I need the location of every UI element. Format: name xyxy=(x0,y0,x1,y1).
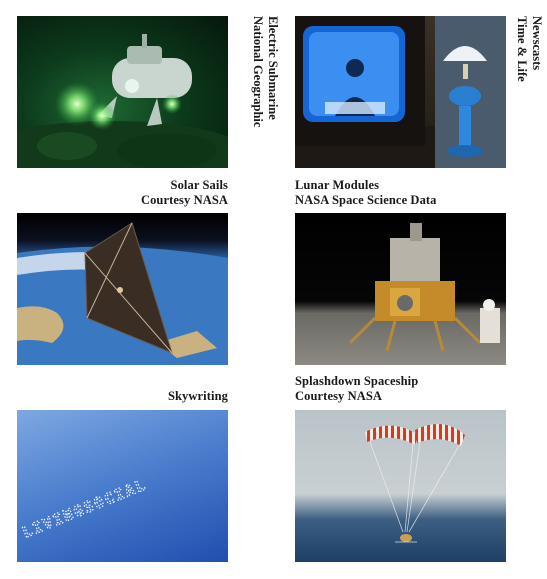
solar-sail-credit: Courtesy NASA xyxy=(140,193,228,207)
skywriting-photo: LIVINGSOCIAL xyxy=(17,410,228,562)
splashdown-title: Splashdown Spaceship xyxy=(295,374,419,388)
submarine-caption: Electric Submarine National Geographic xyxy=(250,16,280,127)
splashdown-photo xyxy=(295,410,506,562)
lunar-module-caption: Lunar Modules NASA Space Science Data xyxy=(295,178,437,208)
splashdown-caption: Splashdown Spaceship Courtesy NASA xyxy=(295,374,418,404)
skywriting-caption: Skywriting xyxy=(168,389,228,404)
lunar-module-photo xyxy=(295,213,506,365)
solar-sail-title: Solar Sails xyxy=(170,178,228,192)
newscast-title: Newscasts xyxy=(530,16,544,71)
newscast-photo xyxy=(295,16,506,168)
splashdown-credit: Courtesy NASA xyxy=(295,389,383,403)
solar-sail-photo xyxy=(17,213,228,365)
newscast-caption: Newscasts Time & Life xyxy=(514,16,544,82)
lunar-module-title: Lunar Modules xyxy=(295,178,380,192)
submarine-photo xyxy=(17,16,228,168)
newscast-credit: Time & Life xyxy=(515,16,529,82)
submarine-title: Electric Submarine xyxy=(266,16,280,120)
skywriting-title: Skywriting xyxy=(167,389,228,403)
lunar-module-credit: NASA Space Science Data xyxy=(295,193,437,207)
solar-sail-caption: Solar Sails Courtesy NASA xyxy=(141,178,228,208)
skywriting-text: LIVINGSOCIAL xyxy=(20,475,149,541)
submarine-credit: National Geographic xyxy=(251,16,265,128)
